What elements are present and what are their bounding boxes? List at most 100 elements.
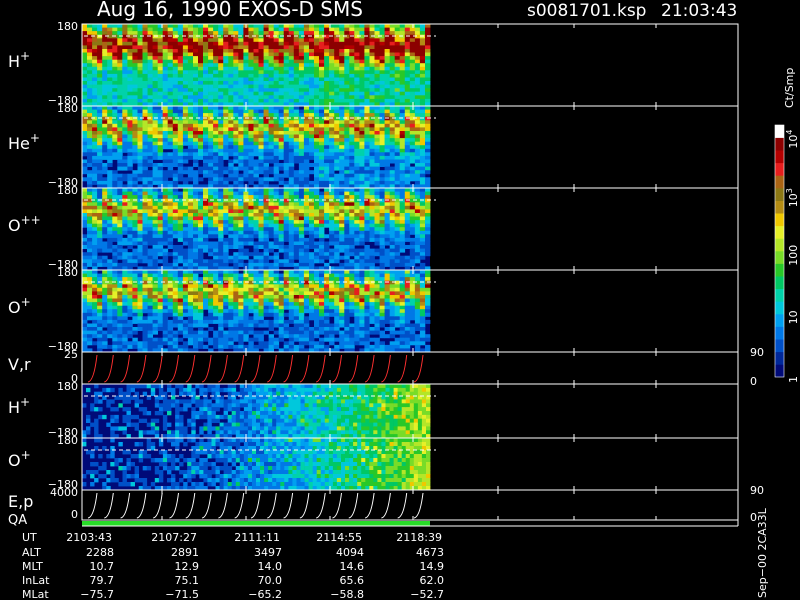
spectrogram-cell	[324, 163, 330, 167]
spectrogram-cell	[112, 106, 118, 110]
spectrogram-cell	[122, 34, 128, 39]
spectrogram-cell	[344, 170, 350, 175]
spectrogram-cell	[213, 216, 219, 221]
panel-label-sup: +	[30, 131, 40, 145]
spectrogram-cell	[334, 252, 340, 257]
spectrogram-cell	[293, 45, 300, 50]
spectrogram-cell	[107, 159, 113, 164]
spectrogram-cell	[142, 177, 148, 182]
spectrogram-cell	[253, 191, 259, 196]
spectrogram-cell	[314, 91, 320, 96]
spectrogram-cell	[278, 205, 285, 210]
spectrogram-cell	[127, 223, 133, 228]
spectrogram-cell	[112, 309, 118, 314]
spectrogram-cell	[107, 24, 113, 28]
spectrogram-cell	[334, 191, 340, 196]
spectrogram-cell	[167, 198, 174, 203]
spectrogram-cell	[177, 141, 184, 146]
spectrogram-cell	[278, 34, 285, 39]
spectrogram-cell	[369, 213, 375, 217]
spectrogram-cell	[233, 237, 239, 242]
spectrogram-cell	[97, 27, 103, 32]
spectrogram-cell	[127, 341, 133, 346]
spectrogram-cell	[283, 180, 290, 185]
spectrogram-cell	[208, 77, 214, 82]
spectrogram-cell	[203, 216, 209, 221]
spectrogram-cell	[334, 227, 340, 232]
spectrogram-cell	[92, 198, 98, 203]
spectrogram-cell	[162, 52, 169, 57]
spectrogram-cell	[319, 113, 325, 118]
spectrogram-cell	[157, 120, 164, 125]
spectrogram-cell	[359, 66, 365, 71]
spectrogram-cell	[384, 63, 390, 68]
spectrogram-cell	[122, 319, 128, 324]
spectrogram-cell	[147, 252, 153, 257]
spectrogram-cell	[203, 227, 209, 232]
spectrogram-cell	[379, 152, 385, 157]
spectrogram-cell	[278, 49, 285, 53]
spectrogram-cell	[319, 24, 325, 28]
spectrogram-cell	[142, 252, 148, 257]
spectrogram-cell	[409, 95, 416, 100]
spectrogram-cell	[137, 113, 143, 118]
spectrogram-cell	[389, 173, 396, 178]
spectrogram-cell	[268, 52, 274, 57]
spectrogram-cell	[364, 34, 370, 39]
spectrogram-cell	[213, 24, 219, 28]
spectrogram-cell	[409, 84, 416, 89]
spectrogram-cell	[182, 88, 189, 93]
spectrogram-cell	[389, 245, 396, 249]
spectrogram-cell	[344, 166, 350, 171]
spectrogram-cell	[157, 63, 164, 68]
spectrogram-cell	[298, 120, 305, 125]
spectrogram-cell	[203, 131, 209, 135]
spectrogram-cell	[298, 152, 305, 157]
spectrogram-cell	[329, 31, 335, 36]
spectrogram-cell	[303, 241, 310, 246]
spectrogram-cell	[278, 223, 285, 228]
spectrogram-cell	[248, 262, 254, 267]
spectrogram-cell	[419, 155, 426, 160]
spectrogram-cell	[364, 113, 370, 118]
spectrogram-cell	[384, 177, 390, 182]
spectrogram-cell	[319, 248, 325, 253]
spectrogram-cell	[147, 177, 153, 182]
spectrogram-cell	[92, 77, 98, 82]
spectrogram-cell	[132, 152, 138, 157]
spectrogram-cell	[309, 88, 315, 93]
spectrogram-cell	[233, 31, 239, 36]
spectrogram-cell	[213, 123, 219, 128]
spectrogram-cell	[87, 163, 93, 167]
spectrogram-cell	[218, 134, 224, 139]
spectrogram-cell	[298, 209, 305, 214]
spectrogram-cell	[283, 113, 290, 118]
spectrogram-cell	[384, 213, 390, 217]
spectrogram-cell	[107, 202, 113, 207]
spectrogram-cell	[187, 120, 194, 125]
spectrogram-cell	[425, 230, 431, 235]
spectrogram-cell	[384, 259, 390, 264]
spectrogram-cell	[243, 73, 249, 78]
spectrogram-cell	[92, 52, 98, 57]
spectrogram-cell	[132, 24, 138, 28]
spectrogram-cell	[399, 209, 406, 214]
spectrogram-cell	[258, 252, 264, 257]
spectrogram-cell	[354, 123, 360, 128]
spectrogram-cell	[414, 27, 421, 32]
spectrogram-cell	[223, 41, 229, 46]
spectrogram-cell	[182, 223, 189, 228]
spectrogram-cell	[349, 227, 355, 232]
spectrogram-cell	[117, 334, 123, 339]
spectrogram-cell	[203, 213, 209, 217]
spectrogram-cell	[364, 198, 370, 203]
spectrogram-cell	[203, 123, 209, 128]
spectrogram-cell	[404, 202, 411, 207]
spectrogram-cell	[263, 138, 269, 143]
spectrogram-cell	[399, 163, 406, 167]
spectrogram-cell	[213, 138, 219, 143]
spectrogram-cell	[384, 31, 390, 36]
spectrogram-cell	[182, 188, 189, 192]
spectrogram-cell	[203, 120, 209, 125]
spectrogram-cell	[167, 191, 174, 196]
